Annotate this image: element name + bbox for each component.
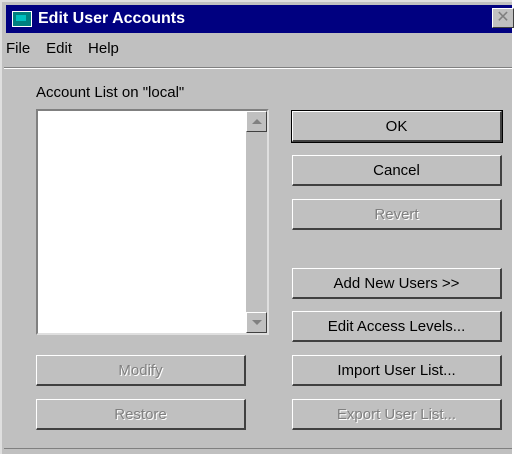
window-bottom-edge [4,448,512,449]
restore-button[interactable]: Restore [36,399,246,430]
modify-button[interactable]: Modify [36,355,246,386]
add-new-users-button[interactable]: Add New Users >> [292,268,502,299]
scroll-up-button[interactable] [246,111,267,132]
edit-user-accounts-window: Edit User Accounts ✕ File Edit Help Acco… [0,0,514,454]
menu-divider [4,67,512,69]
menu-bar: File Edit Help [6,40,135,62]
vertical-scrollbar[interactable] [246,111,267,333]
menu-edit[interactable]: Edit [46,40,72,62]
account-listbox[interactable] [36,109,269,335]
ok-button[interactable]: OK [291,110,503,143]
scroll-down-button[interactable] [246,312,267,333]
app-icon [12,11,32,27]
revert-button[interactable]: Revert [292,199,502,230]
window-title: Edit User Accounts [38,10,185,27]
import-user-list-button[interactable]: Import User List... [292,355,502,386]
menu-help[interactable]: Help [88,40,119,62]
cancel-button[interactable]: Cancel [292,155,502,186]
account-list-label: Account List on "local" [36,84,185,101]
menu-file[interactable]: File [6,40,30,62]
arrow-up-icon [252,119,262,124]
title-bar: Edit User Accounts ✕ [6,5,514,33]
arrow-down-icon [252,320,262,325]
edit-access-levels-button[interactable]: Edit Access Levels... [292,311,502,342]
export-user-list-button[interactable]: Export User List... [292,399,502,430]
close-icon[interactable]: ✕ [492,8,514,28]
